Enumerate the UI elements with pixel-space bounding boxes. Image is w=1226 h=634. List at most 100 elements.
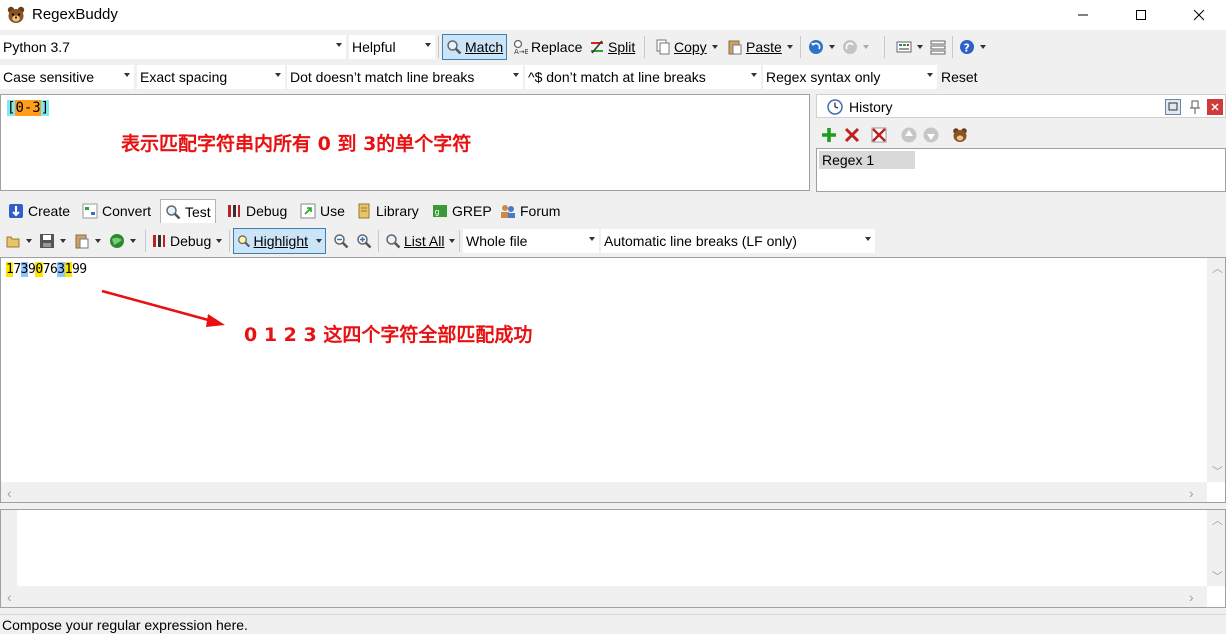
- match-button[interactable]: Match: [442, 34, 508, 60]
- redo-button[interactable]: [839, 34, 872, 60]
- case-select[interactable]: Case sensitive: [0, 65, 134, 89]
- results-scroll-left-icon[interactable]: ‹: [7, 589, 12, 605]
- minimize-button[interactable]: [1060, 0, 1106, 30]
- results-horizontal-scrollbar[interactable]: ‹ ›: [1, 586, 1207, 607]
- panels-button[interactable]: [927, 34, 949, 60]
- test-vertical-scrollbar[interactable]: ︿ ﹀: [1207, 258, 1225, 482]
- magnifier-icon: [447, 40, 462, 55]
- move-down-icon[interactable]: [922, 126, 940, 144]
- helper-value: Helpful: [352, 39, 396, 55]
- line-breaks-select[interactable]: Automatic line breaks (LF only): [601, 229, 875, 253]
- delete-all-icon[interactable]: [870, 126, 888, 144]
- scroll-up-icon[interactable]: ︿: [1212, 260, 1223, 276]
- panel-restore-icon[interactable]: [1165, 99, 1181, 115]
- highlight-button[interactable]: Highlight: [233, 228, 326, 254]
- test-annotation: 0 1 2 3 这四个字符全部匹配成功: [244, 324, 533, 346]
- tab-debug-label: Debug: [246, 203, 288, 219]
- tab-convert-label: Convert: [102, 203, 152, 219]
- library-icon: [358, 203, 370, 219]
- results-scroll-down-icon[interactable]: ﹀: [1212, 568, 1223, 584]
- tab-test[interactable]: Test: [160, 199, 216, 223]
- regexbuddy-logo-icon: [7, 6, 25, 23]
- regex-expression[interactable]: [0-3]: [7, 100, 50, 116]
- flavor-select[interactable]: Python 3.7: [0, 35, 346, 59]
- window-title: RegexBuddy: [32, 6, 118, 23]
- results-scroll-up-icon[interactable]: ︿: [1212, 512, 1223, 528]
- scroll-down-icon[interactable]: ﹀: [1212, 463, 1223, 479]
- helper-select[interactable]: Helpful: [349, 35, 435, 59]
- match-highlight: 3: [57, 262, 65, 277]
- results-scroll-right-icon[interactable]: ›: [1189, 589, 1194, 605]
- split-icon: [591, 40, 603, 54]
- close-button[interactable]: [1176, 0, 1222, 30]
- list-all-button[interactable]: List All: [382, 228, 458, 254]
- replace-button[interactable]: A→B Replace: [509, 34, 585, 60]
- web-button[interactable]: [106, 228, 139, 254]
- tab-test-label: Test: [185, 203, 211, 220]
- scroll-right-icon[interactable]: ›: [1189, 485, 1194, 501]
- tab-convert[interactable]: Convert: [78, 199, 155, 223]
- open-file-icon: [6, 236, 20, 248]
- create-icon: [9, 204, 23, 218]
- undo-button[interactable]: [805, 34, 838, 60]
- panel-pin-icon[interactable]: [1187, 99, 1203, 115]
- scroll-left-icon[interactable]: ‹: [7, 485, 12, 501]
- delete-icon[interactable]: [843, 126, 861, 144]
- test-subject-text[interactable]: 17390763199: [6, 262, 87, 277]
- split-label: Split: [608, 39, 636, 55]
- maximize-button[interactable]: [1118, 0, 1164, 30]
- buddy-icon[interactable]: [951, 126, 969, 144]
- scope-select[interactable]: Whole file: [463, 229, 599, 253]
- anchors-select[interactable]: ^$ don’t match at line breaks: [525, 65, 761, 89]
- next-match-button[interactable]: [353, 228, 375, 254]
- list-magnifier-icon: [386, 234, 401, 249]
- history-item[interactable]: Regex 1: [819, 151, 915, 169]
- line-breaks-value: Automatic line breaks (LF only): [604, 233, 797, 249]
- subject-text-segment: 7: [13, 262, 21, 277]
- test-horizontal-scrollbar[interactable]: ‹ ›: [1, 482, 1207, 502]
- copy-button[interactable]: Copy: [652, 34, 721, 60]
- tab-library[interactable]: Library: [352, 199, 423, 223]
- panels-icon: [930, 40, 946, 55]
- history-header: History: [816, 94, 1226, 118]
- match-highlight: 1: [64, 262, 72, 277]
- dot-select[interactable]: Dot doesn’t match line breaks: [287, 65, 523, 89]
- reset-button[interactable]: Reset: [938, 64, 981, 90]
- maximize-icon: [1136, 10, 1146, 20]
- test-debug-button[interactable]: Debug: [148, 228, 225, 254]
- svg-text:g: g: [435, 208, 440, 217]
- results-vertical-scrollbar[interactable]: ︿ ﹀: [1207, 510, 1225, 586]
- save-file-button[interactable]: [36, 228, 69, 254]
- tab-grep[interactable]: g GREP: [428, 199, 496, 223]
- save-icon: [40, 234, 54, 248]
- regex-close-bracket: ]: [40, 100, 50, 116]
- history-panel: History Regex 1: [816, 94, 1226, 192]
- help-button[interactable]: ?: [956, 34, 989, 60]
- spacing-select[interactable]: Exact spacing: [137, 65, 285, 89]
- undo-icon: [809, 40, 823, 54]
- regex-editor[interactable]: [0-3] 表示匹配字符串内所有 0 到 3的单个字符: [0, 94, 810, 191]
- tab-debug[interactable]: Debug: [222, 199, 291, 223]
- forum-icon: [501, 205, 515, 218]
- annotation-arrow: [101, 289, 225, 327]
- history-title: History: [849, 99, 893, 115]
- tab-use[interactable]: Use: [296, 199, 349, 223]
- split-button[interactable]: Split: [586, 34, 638, 60]
- tab-use-label: Use: [320, 203, 345, 219]
- add-icon[interactable]: [820, 126, 838, 144]
- previous-match-button[interactable]: [330, 228, 352, 254]
- tab-forum[interactable]: Forum: [496, 199, 564, 223]
- reset-label: Reset: [941, 69, 978, 85]
- syntax-select[interactable]: Regex syntax only: [763, 65, 937, 89]
- clipboard-button[interactable]: [71, 228, 104, 254]
- paste-button[interactable]: Paste: [724, 34, 796, 60]
- open-file-button[interactable]: [2, 228, 35, 254]
- dot-value: Dot doesn’t match line breaks: [290, 69, 475, 85]
- panel-close-icon[interactable]: [1207, 99, 1223, 115]
- move-up-icon[interactable]: [900, 126, 918, 144]
- copy-label: Copy: [674, 39, 707, 55]
- status-bar: Compose your regular expression here.: [0, 614, 1226, 634]
- layout-button[interactable]: [893, 34, 926, 60]
- paste-icon: [728, 40, 742, 55]
- tab-create[interactable]: Create: [4, 199, 74, 223]
